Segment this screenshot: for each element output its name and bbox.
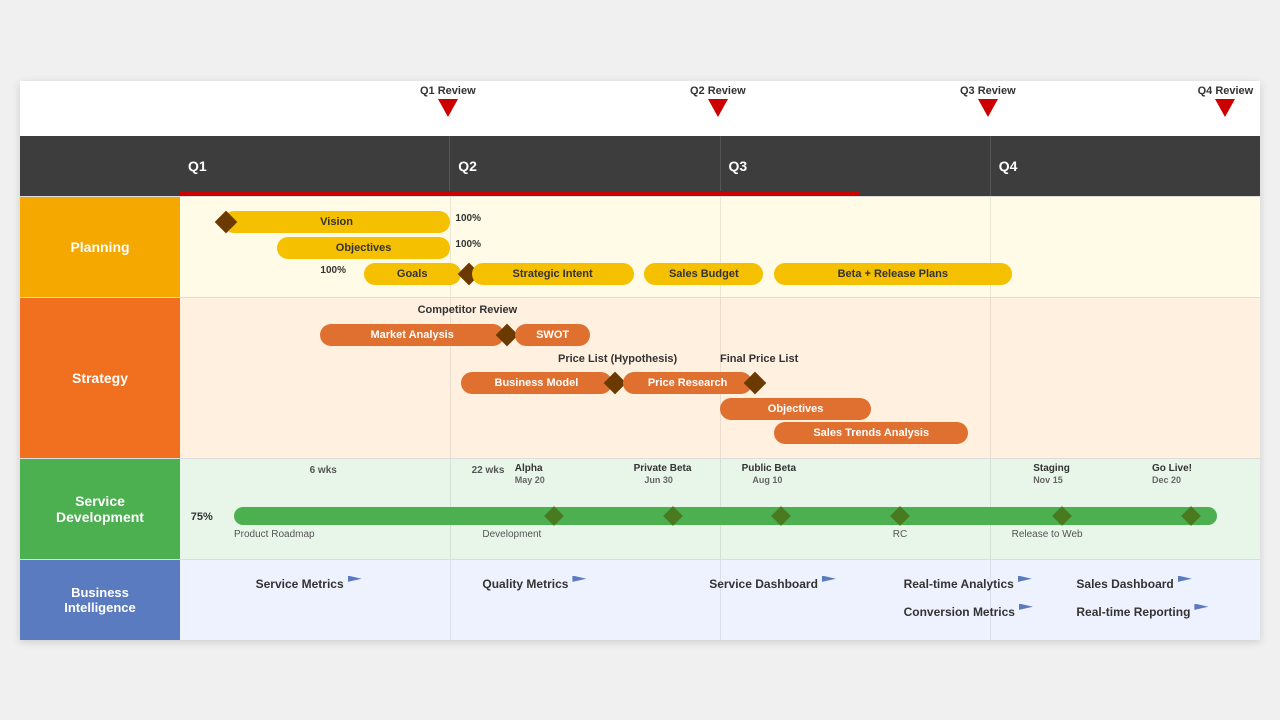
- sales-budget-bar: Sales Budget: [644, 263, 763, 285]
- quality-metrics-item: Quality Metrics: [482, 576, 586, 592]
- reviews-row: Q1 Review Q2 Review Q3 Review Q4 Review: [180, 81, 1260, 136]
- rc-label: RC: [893, 529, 907, 540]
- biz-intel-row: Business Intelligence Service Metrics Qu…: [20, 559, 1260, 640]
- objectives-bar: Objectives: [277, 237, 450, 259]
- realtime-analytics-flag: [1018, 576, 1032, 592]
- final-price-list-label: Final Price List: [720, 353, 798, 365]
- q2-review-triangle: [708, 99, 728, 117]
- realtime-analytics-item: Real-time Analytics: [904, 576, 1032, 592]
- strategy-label: Strategy: [20, 298, 180, 458]
- service-dev-content: 6 wks 22 wks Alpha May 20 Private Beta J…: [180, 459, 1260, 559]
- service-dev-row: Service Development 6 wks 22 wks Alpha M…: [20, 458, 1260, 559]
- realtime-reporting-flag: [1194, 604, 1208, 620]
- golive-label: Go Live!: [1152, 463, 1192, 474]
- service-dev-label: Service Development: [20, 459, 180, 559]
- staging-date: Nov 15: [1033, 475, 1063, 485]
- competitor-review-label: Competitor Review: [418, 304, 518, 316]
- strategy-row: Strategy Competitor Review Market Analys…: [20, 297, 1260, 458]
- conversion-metrics-flag: [1019, 604, 1033, 620]
- price-list-hypothesis-label: Price List (Hypothesis): [558, 353, 677, 365]
- beta-release-bar: Beta + Release Plans: [774, 263, 1012, 285]
- q1-review-label: Q1 Review: [420, 85, 476, 97]
- realtime-reporting-item: Real-time Reporting: [1076, 604, 1208, 620]
- goals-bar: Goals: [364, 263, 461, 285]
- development-label: Development: [482, 529, 541, 540]
- objectives-pct: 100%: [455, 239, 481, 250]
- q2-review-label: Q2 Review: [690, 85, 746, 97]
- strategy-content: Competitor Review Market Analysis SWOT P…: [180, 298, 1260, 458]
- quality-metrics-label: Quality Metrics: [482, 577, 568, 591]
- service-metrics-flag: [348, 576, 362, 592]
- private-beta-date: Jun 30: [644, 475, 673, 485]
- gantt-chart: Q1 Review Q2 Review Q3 Review Q4 Review …: [20, 81, 1260, 640]
- conversion-metrics-item: Conversion Metrics: [904, 604, 1033, 620]
- staging-label: Staging: [1033, 463, 1070, 474]
- public-beta-label: Public Beta: [742, 463, 796, 474]
- alpha-date: May 20: [515, 475, 545, 485]
- product-roadmap-label: Product Roadmap: [234, 529, 315, 540]
- biz-intel-content: Service Metrics Quality Metrics Service …: [180, 560, 1260, 640]
- q4-review-label: Q4 Review: [1198, 85, 1254, 97]
- strategy-objectives-bar: Objectives: [720, 398, 871, 420]
- sales-dashboard-flag: [1178, 576, 1192, 592]
- q1-segment: Q1: [180, 136, 450, 196]
- planning-content: Vision 100% Objectives 100% 100% Goals S…: [180, 197, 1260, 297]
- planning-label: Planning: [20, 197, 180, 297]
- q4-review-marker: Q4 Review: [1198, 85, 1254, 117]
- business-model-bar: Business Model: [461, 372, 612, 394]
- public-beta-date: Aug 10: [752, 475, 782, 485]
- q4-review-triangle: [1215, 99, 1235, 117]
- golive-date: Dec 20: [1152, 475, 1181, 485]
- sales-trends-bar: Sales Trends Analysis: [774, 422, 968, 444]
- service-pct: 75%: [191, 511, 213, 523]
- q2-segment: Q2: [450, 136, 720, 196]
- sales-dashboard-label: Sales Dashboard: [1076, 577, 1173, 591]
- alpha-label: Alpha: [515, 463, 543, 474]
- quarters-area: Q1 Q2 Q3 Q4: [180, 136, 1260, 196]
- q3-review-triangle: [978, 99, 998, 117]
- service-dashboard-label: Service Dashboard: [709, 577, 818, 591]
- vision-bar: Vision: [223, 211, 450, 233]
- q3-review-label: Q3 Review: [960, 85, 1016, 97]
- vision-pct: 100%: [455, 213, 481, 224]
- q1-review-triangle: [438, 99, 458, 117]
- service-metrics-label: Service Metrics: [256, 577, 344, 591]
- sales-dashboard-item: Sales Dashboard: [1076, 576, 1191, 592]
- service-dashboard-flag: [822, 576, 836, 592]
- quarter-bar: Q1 Q2 Q3 Q4: [180, 136, 1260, 196]
- swot-bar: SWOT: [515, 324, 591, 346]
- price-research-bar: Price Research: [623, 372, 753, 394]
- progress-bar: [180, 191, 860, 196]
- conversion-metrics-label: Conversion Metrics: [904, 605, 1015, 619]
- market-analysis-bar: Market Analysis: [320, 324, 504, 346]
- strategic-intent-bar: Strategic Intent: [472, 263, 634, 285]
- label-spacer: [20, 136, 180, 196]
- service-dashboard-item: Service Dashboard: [709, 576, 836, 592]
- quality-metrics-flag: [572, 576, 586, 592]
- biz-intel-label: Business Intelligence: [20, 560, 180, 640]
- service-metrics-item: Service Metrics: [256, 576, 362, 592]
- planning-row: Planning Vision 100% Objectives 100% 100…: [20, 196, 1260, 297]
- release-to-web-label: Release to Web: [1012, 529, 1083, 540]
- private-beta-label: Private Beta: [634, 463, 692, 474]
- timeline-header: Q1 Q2 Q3 Q4: [20, 136, 1260, 196]
- q3-segment: Q3: [721, 136, 991, 196]
- q3-review-marker: Q3 Review: [960, 85, 1016, 117]
- q4-segment: Q4: [991, 136, 1260, 196]
- realtime-analytics-label: Real-time Analytics: [904, 577, 1014, 591]
- twentytwo-wks-label: 22 wks: [472, 465, 505, 476]
- realtime-reporting-label: Real-time Reporting: [1076, 605, 1190, 619]
- q2-review-marker: Q2 Review: [690, 85, 746, 117]
- goals-pct: 100%: [320, 265, 346, 276]
- q1-review-marker: Q1 Review: [420, 85, 476, 117]
- six-wks-label: 6 wks: [310, 465, 337, 476]
